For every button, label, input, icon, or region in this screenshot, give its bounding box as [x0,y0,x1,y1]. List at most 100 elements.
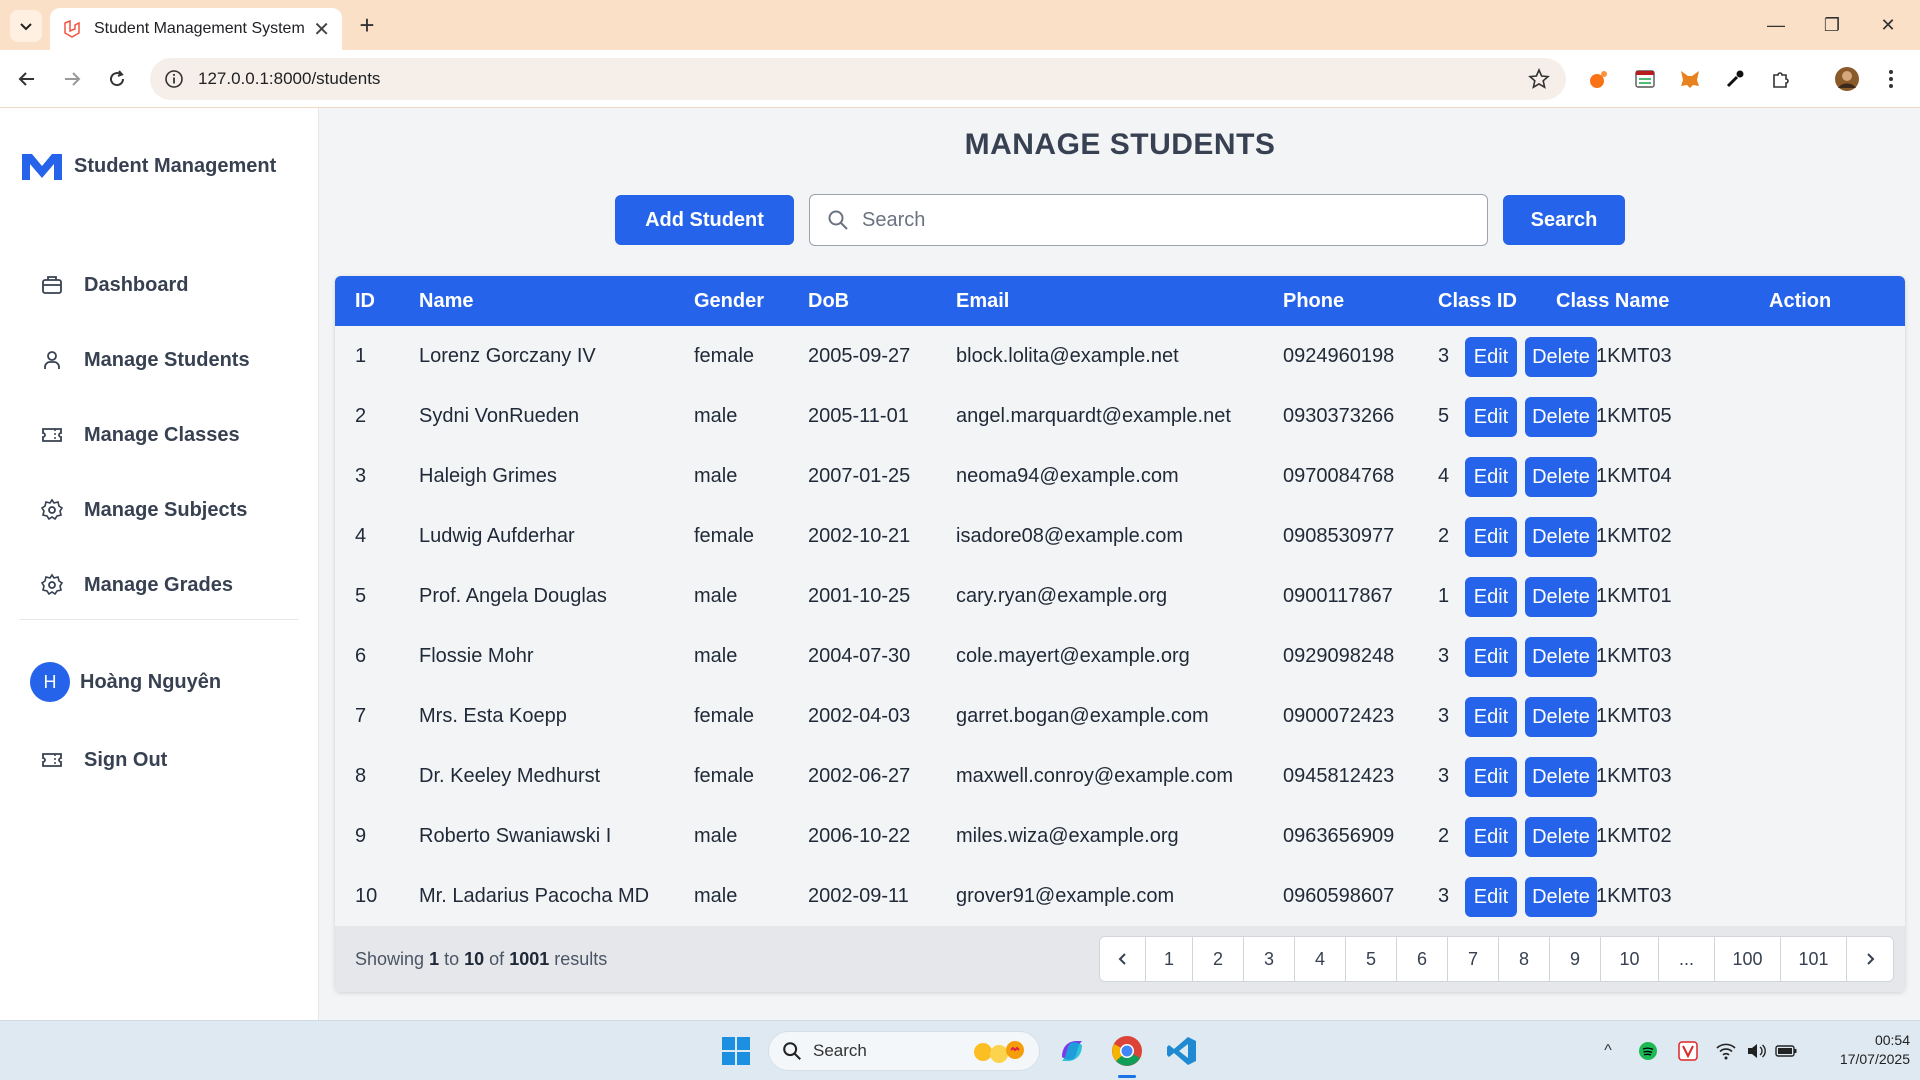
edit-button[interactable]: Edit [1465,577,1517,617]
edit-button[interactable]: Edit [1465,637,1517,677]
spotify-icon[interactable] [1636,1039,1660,1063]
page-button[interactable]: 8 [1499,937,1550,981]
brand[interactable]: Student Management [20,150,276,182]
edit-button[interactable]: Edit [1465,697,1517,737]
sidebar-item-dashboard[interactable]: Dashboard [40,265,188,305]
tray-chevron-up-icon[interactable]: ^ [1596,1039,1620,1063]
url-text[interactable]: 127.0.0.1:8000/students [198,69,380,89]
browser-toolbar: 127.0.0.1:8000/students [0,50,1920,108]
search-input[interactable] [862,208,1462,232]
new-tab-button[interactable]: + [352,10,382,40]
volume-icon[interactable] [1744,1039,1768,1063]
tab-close-icon[interactable]: ✕ [313,17,330,42]
cell-gender: male [694,885,738,907]
column-header-action: Action [1769,290,1832,312]
page-button[interactable]: 100 [1715,937,1781,981]
delete-button[interactable]: Delete [1525,577,1597,617]
next-page-button[interactable] [1847,937,1893,981]
copilot-icon[interactable] [1052,1031,1092,1071]
site-info-icon[interactable] [164,69,184,89]
extensions-puzzle-icon[interactable] [1768,66,1794,92]
profile-avatar-icon[interactable] [1834,66,1860,92]
forward-button[interactable] [57,64,87,94]
bookmark-star-icon[interactable] [1528,68,1550,90]
browser-tab-active[interactable]: Student Management System ✕ [50,8,342,50]
page-button[interactable]: 6 [1397,937,1448,981]
search-icon [828,210,848,230]
sign-out-button[interactable]: Sign Out [40,740,167,780]
browser-tab-strip: Student Management System ✕ + — ❐ ✕ [0,0,1920,50]
address-bar[interactable]: 127.0.0.1:8000/students [150,58,1566,100]
user-icon [44,351,60,369]
page-button[interactable]: 101 [1781,937,1847,981]
extension-sheet-icon[interactable] [1632,66,1658,92]
delete-button[interactable]: Delete [1525,637,1597,677]
cell-dob: 2007-01-25 [808,465,911,487]
reload-icon [110,70,125,87]
edit-button[interactable]: Edit [1465,517,1517,557]
battery-icon[interactable] [1774,1039,1798,1063]
extension-orange-icon[interactable] [1586,66,1612,92]
chrome-taskbar-icon[interactable] [1107,1031,1147,1071]
page-button[interactable]: 5 [1346,937,1397,981]
vscode-icon[interactable] [1162,1031,1202,1071]
sidebar-item-manage-classes[interactable]: Manage Classes [40,415,240,455]
edit-button[interactable]: Edit [1465,817,1517,857]
search-field[interactable] [809,194,1488,246]
delete-button[interactable]: Delete [1525,697,1597,737]
page-button[interactable]: 9 [1550,937,1601,981]
cell-email: garret.bogan@example.com [956,705,1209,727]
back-button[interactable] [12,64,42,94]
delete-button[interactable]: Delete [1525,817,1597,857]
delete-button[interactable]: Delete [1525,337,1597,377]
edit-button[interactable]: Edit [1465,457,1517,497]
metamask-fox-icon[interactable] [1677,66,1703,92]
restore-button[interactable]: ❐ [1804,0,1860,50]
edit-button[interactable]: Edit [1465,757,1517,797]
edit-button[interactable]: Edit [1465,337,1517,377]
page-button[interactable]: 4 [1295,937,1346,981]
browser-menu-icon[interactable] [1878,66,1904,92]
minimize-button[interactable]: — [1748,0,1804,50]
avatar: H [30,662,70,702]
prev-page-button[interactable] [1100,937,1146,981]
taskbar-search[interactable]: Search [768,1031,1040,1071]
delete-button[interactable]: Delete [1525,757,1597,797]
add-student-button[interactable]: Add Student [615,195,794,245]
cell-gender: male [694,405,738,427]
delete-button[interactable]: Delete [1525,457,1597,497]
eyedropper-icon[interactable] [1722,66,1748,92]
table-row: 1 Lorenz Gorczany IV female 2005-09-27 block… [335,326,1905,386]
page-button[interactable]: 10 [1601,937,1659,981]
search-button[interactable]: Search [1503,195,1625,245]
cell-name: Haleigh Grimes [419,465,557,487]
sidebar-item-manage-subjects[interactable]: Manage Subjects [40,490,247,530]
close-window-button[interactable]: ✕ [1860,0,1916,50]
delete-button[interactable]: Delete [1525,517,1597,557]
page-button[interactable]: 3 [1244,937,1295,981]
edit-button[interactable]: Edit [1465,877,1517,917]
ticket-icon [42,428,62,442]
sidebar-item-manage-grades[interactable]: Manage Grades [40,565,233,605]
sidebar-item-manage-students[interactable]: Manage Students [40,340,250,380]
cell-phone: 0970084768 [1283,465,1395,487]
page-button[interactable]: 2 [1193,937,1244,981]
wifi-icon[interactable] [1714,1039,1738,1063]
user-profile[interactable]: H Hoàng Nguyên [30,662,221,702]
system-clock[interactable]: 00:54 17/07/2025 [1810,1031,1910,1069]
delete-button[interactable]: Delete [1525,877,1597,917]
edit-button[interactable]: Edit [1465,397,1517,437]
reload-button[interactable] [102,64,132,94]
cell-dob: 2002-10-21 [808,525,911,547]
page-button[interactable]: 1 [1146,937,1193,981]
table-row: 4 Ludwig Aufderhar female 2002-10-21 isadore… [335,506,1905,566]
page-button[interactable]: 7 [1448,937,1499,981]
tab-search-button[interactable] [10,10,42,42]
sidebar-item-label: Manage Subjects [84,498,248,521]
windows-start-icon[interactable] [716,1031,756,1071]
vivaldi-icon[interactable] [1676,1039,1700,1063]
delete-button[interactable]: Delete [1525,397,1597,437]
cell-email: neoma94@example.com [956,465,1179,487]
cell-class-id: 2 [1438,525,1450,547]
students-table: ID Name Gender DoB Email Phone Class ID … [335,276,1905,992]
